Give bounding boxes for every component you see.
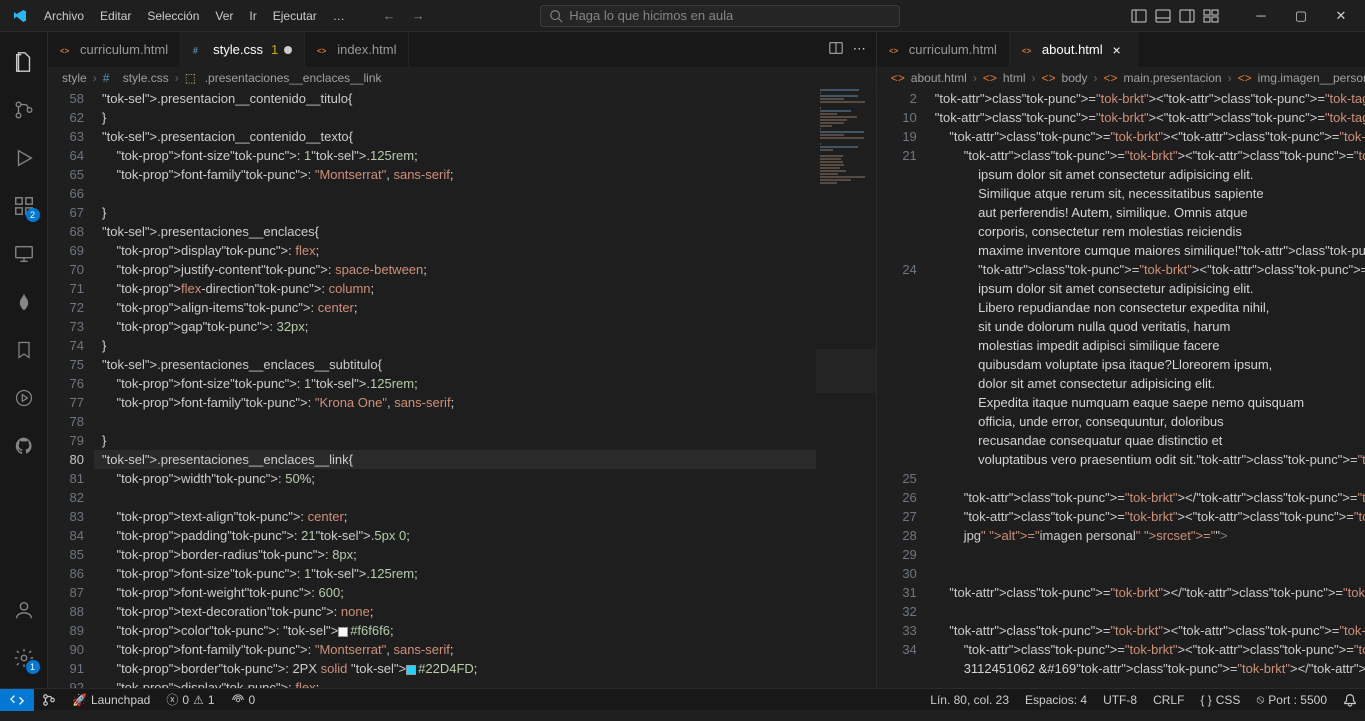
more-actions-icon[interactable]: ⋯: [853, 41, 866, 58]
modified-dot-icon: [284, 46, 292, 54]
explorer-icon[interactable]: [0, 38, 48, 86]
eol-status[interactable]: CRLF: [1145, 689, 1192, 711]
live-share-icon[interactable]: [0, 374, 48, 422]
remote-button[interactable]: [0, 689, 34, 711]
maximize-button[interactable]: ▢: [1281, 0, 1321, 32]
problems-status[interactable]: ⓧ 0 ⚠ 1: [158, 689, 222, 711]
close-button[interactable]: ✕: [1321, 0, 1361, 32]
mongodb-icon[interactable]: [0, 278, 48, 326]
tab-about-html[interactable]: <>about.html×: [1010, 32, 1138, 67]
extensions-badge: 2: [26, 208, 40, 222]
tab-index-html[interactable]: <>index.html: [305, 32, 409, 67]
svg-text:<>: <>: [1022, 46, 1032, 55]
activity-bar: 2 1: [0, 32, 48, 688]
breadcrumbs[interactable]: style›#style.css›⬚.presentaciones__encla…: [48, 67, 876, 89]
close-icon[interactable]: ×: [1109, 42, 1125, 58]
editor-body[interactable]: 5862636465666768697071727374757677787980…: [48, 89, 876, 688]
tabs-row: <>curriculum.html#style.css1<>index.html…: [48, 32, 876, 67]
breadcrumb-item[interactable]: body: [1062, 71, 1088, 85]
command-center[interactable]: Haga lo que hicimos en aula: [540, 5, 900, 27]
settings-icon[interactable]: 1: [0, 634, 48, 682]
tab-curriculum-html[interactable]: <>curriculum.html: [877, 32, 1010, 67]
editor-group-1: <>curriculum.html#style.css1<>index.html…: [48, 32, 877, 688]
nav-forward-icon[interactable]: →: [412, 8, 425, 23]
layout-panel-left-icon[interactable]: [1131, 8, 1147, 24]
tab-actions: ⋯: [819, 41, 876, 58]
layout-panel-right-icon[interactable]: [1179, 8, 1195, 24]
menu-archivo[interactable]: Archivo: [36, 5, 92, 27]
breadcrumb-item[interactable]: .presentaciones__enclaces__link: [205, 71, 382, 85]
run-debug-icon[interactable]: [0, 134, 48, 182]
svg-text:#: #: [193, 45, 198, 55]
tab-curriculum-html[interactable]: <>curriculum.html: [48, 32, 181, 67]
search-placeholder: Haga lo que hicimos en aula: [569, 8, 733, 23]
editor-group-2: <>curriculum.html<>about.html× <>about.h…: [877, 32, 1365, 688]
tabs-row: <>curriculum.html<>about.html×: [877, 32, 1365, 67]
breadcrumbs[interactable]: <>about.html›<>html›<>body›<>main.presen…: [877, 67, 1365, 89]
breadcrumb-item[interactable]: about.html: [911, 71, 967, 85]
svg-text:<>: <>: [60, 46, 70, 55]
bookmarks-icon[interactable]: [0, 326, 48, 374]
account-icon[interactable]: [0, 586, 48, 634]
layout-panel-bottom-icon[interactable]: [1155, 8, 1171, 24]
github-icon[interactable]: [0, 422, 48, 470]
nav-back-icon[interactable]: ←: [383, 8, 396, 23]
breadcrumb-item[interactable]: img.imagen__personal: [1258, 71, 1365, 85]
svg-text:<>: <>: [317, 46, 327, 55]
svg-text:<>: <>: [889, 46, 899, 55]
main-menu: ArchivoEditarSelecciónVerIrEjecutar…: [36, 5, 353, 27]
source-control-icon[interactable]: [0, 86, 48, 134]
extensions-icon[interactable]: 2: [0, 182, 48, 230]
breadcrumb-item[interactable]: main.presentacion: [1124, 71, 1222, 85]
breadcrumb-item[interactable]: html: [1003, 71, 1026, 85]
menu-ir[interactable]: Ir: [241, 5, 264, 27]
menu-…[interactable]: …: [325, 5, 353, 27]
menu-ejecutar[interactable]: Ejecutar: [265, 5, 325, 27]
minimize-button[interactable]: ─: [1241, 0, 1281, 32]
live-server-status[interactable]: ⦸ Port : 5500: [1248, 689, 1335, 711]
tab-style-css[interactable]: #style.css1: [181, 32, 305, 67]
remote-explorer-icon[interactable]: [0, 230, 48, 278]
notifications-icon[interactable]: [1335, 689, 1365, 711]
cursor-position[interactable]: Lín. 80, col. 23: [922, 689, 1017, 711]
menu-editar[interactable]: Editar: [92, 5, 139, 27]
nav-arrows: ← →: [383, 8, 425, 23]
git-branch-status[interactable]: [34, 689, 64, 711]
status-bar: 🚀 Launchpad ⓧ 0 ⚠ 1 0 Lín. 80, col. 23 E…: [0, 688, 1365, 710]
breadcrumb-item[interactable]: style: [62, 71, 87, 85]
menu-ver[interactable]: Ver: [207, 5, 241, 27]
layout-customize-icon[interactable]: [1203, 8, 1219, 24]
indentation-status[interactable]: Espacios: 4: [1017, 689, 1095, 711]
vscode-logo-icon: [8, 4, 32, 28]
ports-status[interactable]: 0: [223, 689, 264, 711]
minimap[interactable]: [816, 89, 876, 688]
split-editor-icon[interactable]: [829, 41, 843, 58]
settings-badge: 1: [26, 660, 40, 674]
title-bar: ArchivoEditarSelecciónVerIrEjecutar… ← →…: [0, 0, 1365, 32]
menu-selección[interactable]: Selección: [139, 5, 207, 27]
encoding-status[interactable]: UTF-8: [1095, 689, 1145, 711]
launchpad-status[interactable]: 🚀 Launchpad: [64, 689, 158, 711]
editor-body[interactable]: 21019212425262728293031323334 "tok-attr"…: [877, 89, 1365, 688]
breadcrumb-item[interactable]: style.css: [123, 71, 169, 85]
language-mode-status[interactable]: { } CSS: [1192, 689, 1248, 711]
